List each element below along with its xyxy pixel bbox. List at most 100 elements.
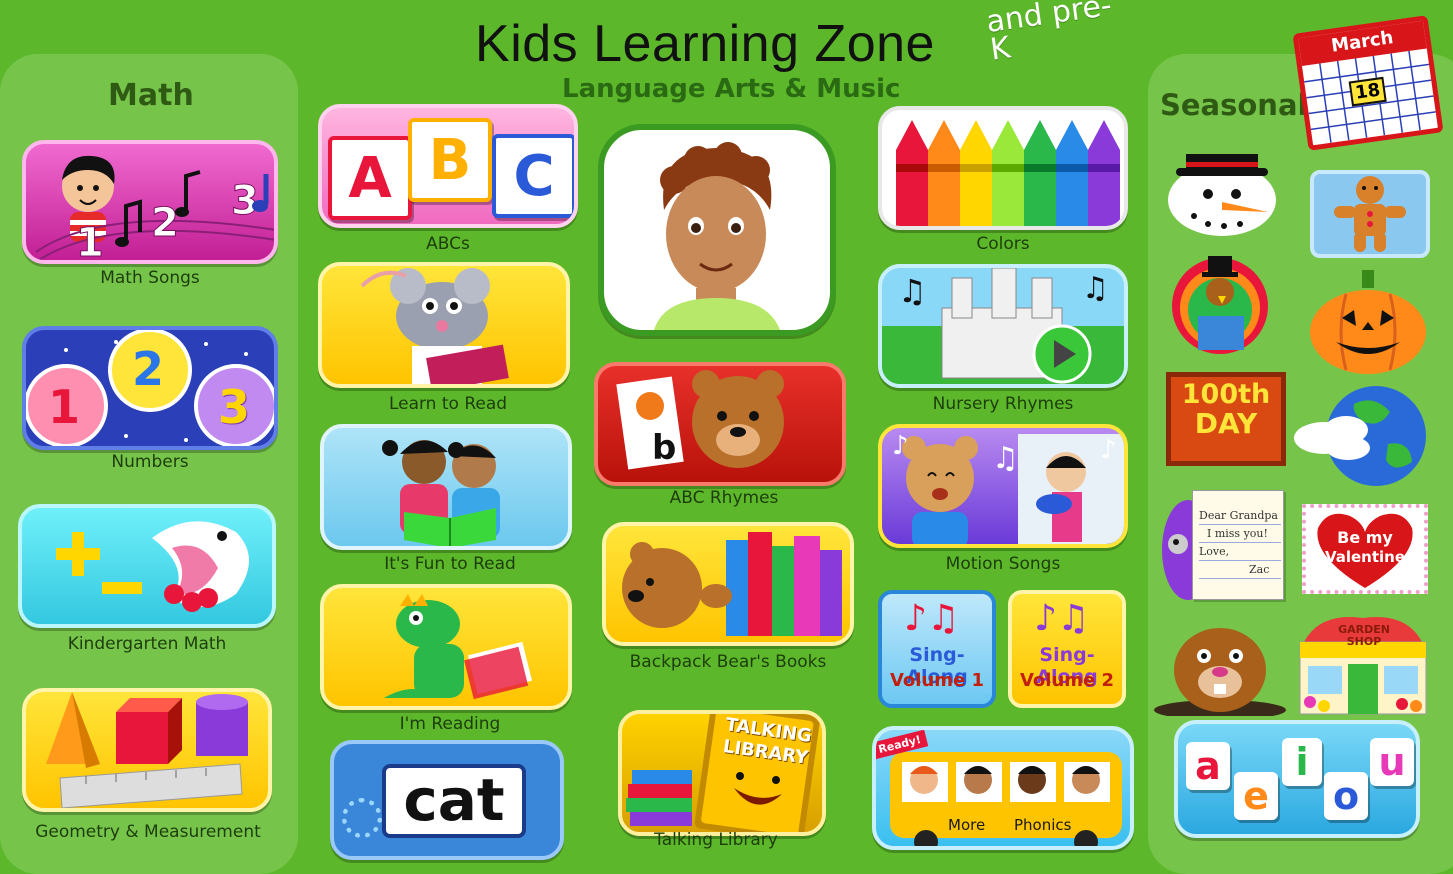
motion-songs-tile[interactable]: ♪ ♫ ♪ <box>878 424 1128 548</box>
backpack-bears-books-label: Backpack Bear's Books <box>629 652 827 672</box>
earth-icon[interactable] <box>1294 384 1434 490</box>
abcs-tile[interactable]: A B C <box>318 104 578 228</box>
vowel-e: e <box>1234 772 1278 820</box>
letter-tile[interactable]: Dear Grandpa I miss you! Love, Zac <box>1158 490 1288 606</box>
sing-along-volume-1-tile[interactable]: ♪♫ Sing-Along Volume 1 <box>878 590 996 708</box>
turkey-icon[interactable] <box>1158 256 1284 356</box>
featured-child-tile[interactable] <box>598 124 836 336</box>
abc-rhymes-tile[interactable]: b <box>594 362 846 486</box>
colors-tile[interactable] <box>878 106 1128 230</box>
svg-text:2: 2 <box>151 200 179 246</box>
grade-badge: and pre-K <box>984 0 1114 68</box>
music-note-icon: ♪♫ <box>904 598 960 639</box>
motion-songs-label: Motion Songs <box>945 554 1061 574</box>
backpack-bears-books-illustration <box>622 532 842 636</box>
sing-along-volume-2-tile[interactable]: ♪♫ Sing-Along Volume 2 <box>1008 590 1126 708</box>
valentine-tile[interactable]: Be my Valentine <box>1302 504 1428 594</box>
hundredth-day-line1: 100th <box>1181 379 1271 410</box>
colors-label: Colors <box>976 234 1030 254</box>
gingerbread-icon[interactable] <box>1310 170 1430 258</box>
digit-one: 1 <box>48 380 81 434</box>
phonics-link[interactable]: Phonics <box>1014 816 1071 834</box>
vowels-tile[interactable]: a e i o u <box>1174 720 1420 838</box>
vowel-u: u <box>1370 738 1414 786</box>
im-reading-tile[interactable] <box>320 584 572 710</box>
music-note-icon: ♪♫ <box>1034 598 1090 639</box>
svg-text:♪: ♪ <box>892 431 909 461</box>
math-songs-label: Math Songs <box>100 268 200 288</box>
geometry-illustration <box>46 692 248 808</box>
its-fun-to-read-tile[interactable] <box>320 424 572 550</box>
language-arts-heading: Language Arts & Music <box>562 74 901 104</box>
numbers-tile[interactable]: 1 2 3 <box>22 326 278 450</box>
letter-paper: Dear Grandpa I miss you! Love, Zac <box>1192 490 1284 600</box>
motion-songs-illustration: ♪ ♫ ♪ <box>892 431 1124 544</box>
math-heading: Math <box>108 78 194 113</box>
nursery-rhymes-label: Nursery Rhymes <box>932 394 1074 414</box>
svg-text:♪: ♪ <box>1100 435 1117 465</box>
math-songs-tile[interactable]: 1 2 3 <box>22 140 278 264</box>
garden-shop-tile[interactable]: GARDEN SHOP <box>1290 612 1436 716</box>
letter-cube-b: B <box>408 118 492 202</box>
letter-line-3: Love, <box>1199 543 1281 561</box>
seasonal-heading: Seasonal <box>1160 88 1308 122</box>
sing-along-1-volume: Volume 1 <box>889 670 985 691</box>
its-fun-to-read-label: It's Fun to Read <box>384 554 516 574</box>
abcs-label: ABCs <box>426 234 470 254</box>
garden-shop-sign: GARDEN SHOP <box>1338 623 1390 648</box>
sing-along-2-volume: Volume 2 <box>1019 670 1115 691</box>
talking-library-label: Talking Library <box>654 830 778 850</box>
abc-rhymes-label: ABC Rhymes <box>669 488 779 508</box>
vowel-a: a <box>1186 742 1230 790</box>
letter-line-2: I miss you! <box>1199 525 1281 543</box>
nursery-rhymes-illustration: ♫ ♫ <box>882 268 1124 384</box>
svg-text:1: 1 <box>76 220 104 264</box>
geometry-tile[interactable] <box>22 688 272 812</box>
hundredth-day-tile[interactable]: 100th DAY <box>1166 372 1286 466</box>
valentine-line1: Be my <box>1337 528 1393 547</box>
snowman-icon[interactable] <box>1164 140 1282 240</box>
svg-text:3: 3 <box>231 178 259 224</box>
gear-icon <box>342 798 382 838</box>
digit-two: 2 <box>132 342 165 396</box>
kindergarten-math-illustration <box>56 521 249 612</box>
vowel-i: i <box>1282 738 1322 786</box>
hundredth-day-line2: DAY <box>1194 407 1258 440</box>
letter-line-4: Zac <box>1199 561 1281 579</box>
kindergarten-math-tile[interactable] <box>18 504 276 628</box>
its-fun-to-read-illustration <box>382 440 500 546</box>
learn-to-read-label: Learn to Read <box>388 394 508 414</box>
child-face-illustration <box>654 142 780 330</box>
kindergarten-math-label: Kindergarten Math <box>67 634 227 654</box>
calendar-tile[interactable]: March 18 <box>1292 15 1444 151</box>
im-reading-illustration <box>384 594 533 700</box>
learn-to-read-tile[interactable] <box>318 262 570 388</box>
math-songs-illustration: 1 2 3 <box>35 155 274 264</box>
cat-word-tile[interactable]: cat <box>330 740 564 860</box>
letter-line-1: Dear Grandpa <box>1199 507 1281 525</box>
numbers-label: Numbers <box>111 452 189 472</box>
pumpkin-icon[interactable] <box>1306 270 1430 376</box>
geometry-label: Geometry & Measurement <box>35 822 261 842</box>
learn-to-read-illustration <box>360 268 509 384</box>
valentine-line2: Valentine <box>1324 548 1406 566</box>
groundhog-icon[interactable] <box>1152 614 1290 720</box>
phonics-bus-tile[interactable]: Ready! More Phonics <box>872 726 1134 850</box>
svg-text:♫: ♫ <box>898 272 927 310</box>
digit-three: 3 <box>218 380 251 434</box>
vowel-o: o <box>1324 772 1368 820</box>
page-title: Kids Learning Zone <box>475 15 935 73</box>
svg-text:♫: ♫ <box>1082 271 1109 306</box>
nursery-rhymes-tile[interactable]: ♫ ♫ <box>878 264 1128 388</box>
cat-word: cat <box>382 764 526 838</box>
svg-text:♫: ♫ <box>992 441 1019 476</box>
backpack-bears-books-tile[interactable] <box>602 522 854 646</box>
letter-cube-a: A <box>328 136 412 220</box>
im-reading-label: I'm Reading <box>399 714 501 734</box>
talking-library-tile[interactable]: TALKING LIBRARY <box>618 710 826 836</box>
more-link[interactable]: More <box>948 816 985 834</box>
crayons-illustration <box>896 120 1120 226</box>
abc-rhymes-letter: b <box>652 428 677 468</box>
letter-cube-c: C <box>492 134 574 218</box>
abc-rhymes-illustration <box>616 370 784 470</box>
